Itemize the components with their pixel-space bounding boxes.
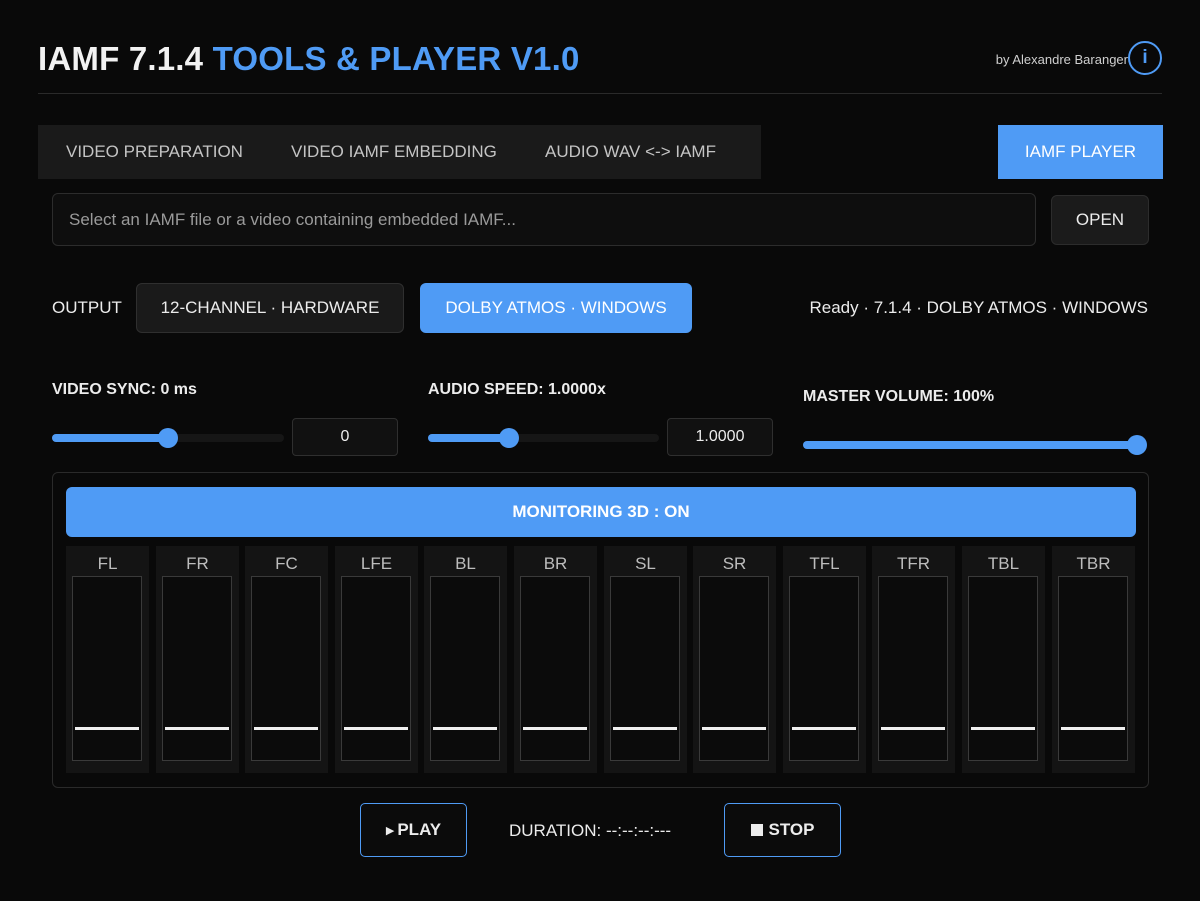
level-indicator bbox=[344, 727, 408, 730]
level-meter bbox=[1058, 576, 1128, 761]
channel-label: BR bbox=[543, 554, 568, 573]
stop-icon bbox=[750, 824, 763, 836]
channel-fr: FR bbox=[156, 546, 239, 773]
master-volume-thumb[interactable] bbox=[1127, 435, 1147, 455]
channel-tfl: TFL bbox=[783, 546, 866, 773]
level-indicator bbox=[254, 727, 318, 730]
audio-speed-slider[interactable] bbox=[428, 428, 659, 448]
info-icon[interactable]: i bbox=[1128, 41, 1162, 75]
video-sync-input[interactable] bbox=[292, 418, 398, 456]
author-credit: by Alexandre Baranger bbox=[995, 52, 1128, 67]
video-sync-thumb[interactable] bbox=[158, 428, 178, 448]
output-dolby-atmos-windows-button[interactable]: DOLBY ATMOS · WINDOWS bbox=[420, 283, 692, 333]
level-indicator bbox=[971, 727, 1035, 730]
level-indicator bbox=[75, 727, 139, 730]
level-indicator bbox=[1061, 727, 1125, 730]
header-divider bbox=[38, 93, 1162, 94]
duration-display: DURATION: --:--:--:--- bbox=[509, 821, 672, 840]
channel-tbr: TBR bbox=[1052, 546, 1135, 773]
master-volume-slider[interactable] bbox=[803, 435, 1147, 455]
channel-label: SL bbox=[635, 554, 656, 573]
audio-speed-input[interactable] bbox=[667, 418, 773, 456]
channel-label: FR bbox=[186, 554, 209, 573]
tab-iamf-player[interactable]: IAMF PLAYER bbox=[998, 125, 1163, 179]
audio-speed-label: AUDIO SPEED: 1.0000x bbox=[428, 381, 606, 398]
level-indicator bbox=[165, 727, 229, 730]
status-text: Ready · 7.1.4 · DOLBY ATMOS · WINDOWS bbox=[809, 298, 1149, 317]
file-path-input[interactable] bbox=[52, 193, 1036, 246]
channel-fl: FL bbox=[66, 546, 149, 773]
channel-label: FC bbox=[275, 554, 298, 573]
channel-label: LFE bbox=[360, 554, 393, 573]
audio-speed-fill bbox=[428, 434, 509, 442]
tab-audio-wav-iamf[interactable]: AUDIO WAV <-> IAMF bbox=[541, 125, 761, 179]
level-meter bbox=[251, 576, 321, 761]
channel-tbl: TBL bbox=[962, 546, 1045, 773]
channel-sl: SL bbox=[604, 546, 687, 773]
output-label: OUTPUT bbox=[52, 298, 122, 317]
level-meter bbox=[341, 576, 411, 761]
tab-bar: VIDEO PREPARATION VIDEO IAMF EMBEDDING A… bbox=[38, 125, 761, 179]
channel-sr: SR bbox=[693, 546, 776, 773]
channel-label: BL bbox=[455, 554, 476, 573]
app-title-subtitle: TOOLS & PLAYER V1.0 bbox=[212, 40, 580, 77]
level-meter bbox=[72, 576, 142, 761]
channel-label: FL bbox=[97, 554, 118, 573]
channel-lfe: LFE bbox=[335, 546, 418, 773]
master-volume-fill bbox=[803, 441, 1137, 449]
channel-label: SR bbox=[722, 554, 747, 573]
level-indicator bbox=[792, 727, 856, 730]
level-meter bbox=[968, 576, 1038, 761]
stop-button[interactable]: STOP bbox=[724, 803, 841, 857]
level-meter bbox=[789, 576, 859, 761]
channel-br: BR bbox=[514, 546, 597, 773]
video-sync-label: VIDEO SYNC: 0 ms bbox=[52, 381, 197, 398]
tab-video-iamf-embedding[interactable]: VIDEO IAMF EMBEDDING bbox=[283, 125, 541, 179]
stop-label: STOP bbox=[768, 820, 815, 839]
level-indicator bbox=[702, 727, 766, 730]
app-title: IAMF 7.1.4 TOOLS & PLAYER V1.0 bbox=[38, 40, 580, 78]
level-meter bbox=[699, 576, 769, 761]
level-indicator bbox=[613, 727, 677, 730]
app-title-main: IAMF 7.1.4 bbox=[38, 40, 204, 77]
tab-video-preparation[interactable]: VIDEO PREPARATION bbox=[38, 125, 283, 179]
channel-tfr: TFR bbox=[872, 546, 955, 773]
master-volume-label: MASTER VOLUME: 100% bbox=[803, 388, 995, 405]
channel-label: TFR bbox=[896, 554, 931, 573]
channel-fc: FC bbox=[245, 546, 328, 773]
level-meter bbox=[162, 576, 232, 761]
channel-label: TFL bbox=[809, 554, 840, 573]
play-label: PLAY bbox=[397, 820, 442, 839]
play-icon: ▶ bbox=[385, 824, 395, 837]
level-indicator bbox=[433, 727, 497, 730]
level-indicator bbox=[881, 727, 945, 730]
monitoring-3d-toggle[interactable]: MONITORING 3D : ON bbox=[66, 487, 1136, 537]
level-meter bbox=[520, 576, 590, 761]
channel-label: TBR bbox=[1076, 554, 1111, 573]
play-button[interactable]: ▶ PLAY bbox=[360, 803, 467, 857]
level-meter bbox=[430, 576, 500, 761]
level-meter bbox=[610, 576, 680, 761]
level-meter bbox=[878, 576, 948, 761]
video-sync-slider[interactable] bbox=[52, 428, 284, 448]
level-indicator bbox=[523, 727, 587, 730]
audio-speed-thumb[interactable] bbox=[498, 428, 519, 448]
channel-label: TBL bbox=[987, 554, 1020, 573]
channel-bl: BL bbox=[424, 546, 507, 773]
video-sync-fill bbox=[52, 434, 168, 442]
open-button[interactable]: OPEN bbox=[1051, 195, 1149, 245]
output-12-channel-hardware-button[interactable]: 12-CHANNEL · HARDWARE bbox=[136, 283, 404, 333]
